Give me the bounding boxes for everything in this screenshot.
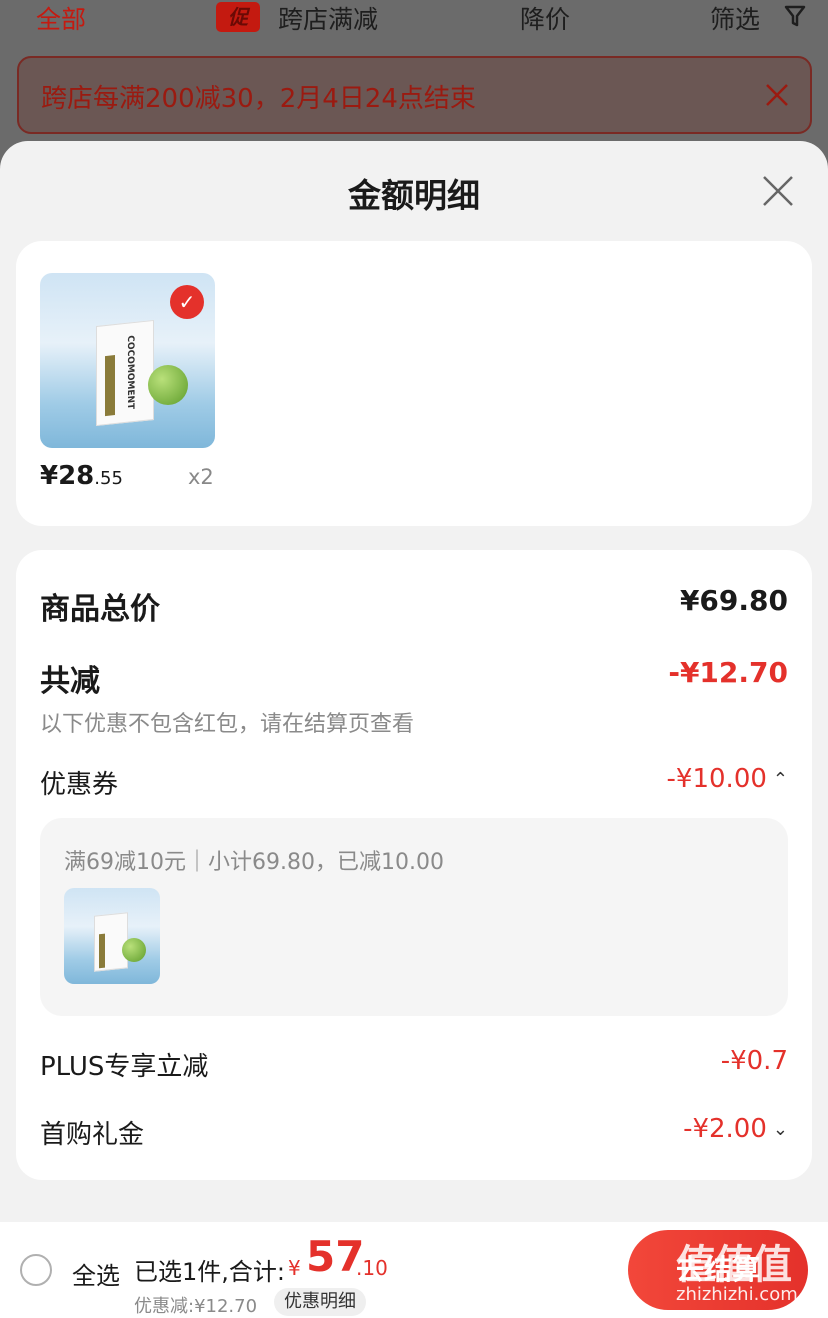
watermark-logo: 值值值 xyxy=(676,1242,792,1288)
select-all-label[interactable]: 全选 xyxy=(72,1256,120,1291)
total-reduction-value: -¥12.70 xyxy=(668,656,788,689)
promo-tag-icon: 促 xyxy=(216,2,260,32)
coupon-value-wrap[interactable]: -¥10.00 ⌃ xyxy=(667,764,788,794)
coupon-description: 满69减10元｜小计69.80，已减10.00 xyxy=(64,850,444,875)
price-detail-card: 商品总价 ¥69.80 共减 -¥12.70 以下优惠不包含红包，请在结算页查看… xyxy=(16,550,812,1180)
check-icon[interactable]: ✓ xyxy=(170,285,204,319)
sum-decimal: .10 xyxy=(356,1256,388,1280)
coupon-product-thumbnail xyxy=(64,888,160,984)
product-carton-graphic: COCOMOMENT xyxy=(96,319,154,427)
product-card: COCOMOMENT ✓ ¥28.55 x2 xyxy=(16,241,812,526)
product-price: ¥28.55 xyxy=(40,461,123,491)
tab-all[interactable]: 全部 xyxy=(36,0,86,36)
top-filter-bar: 全部 促 跨店满减 降价 筛选 xyxy=(0,0,828,40)
first-purchase-gift-value: -¥2.00 xyxy=(683,1114,767,1144)
total-reduction-label: 共减 xyxy=(40,664,100,699)
close-icon[interactable] xyxy=(760,173,796,209)
discount-summary: 优惠减:¥12.70 xyxy=(134,1296,258,1317)
coupon-label: 优惠券 xyxy=(40,770,119,800)
coupon-detail-box: 满69减10元｜小计69.80，已减10.00 xyxy=(40,818,788,1016)
product-price-int: ¥28 xyxy=(40,461,95,491)
filter-icon[interactable] xyxy=(784,4,806,28)
watermark-url: zhizhizhi.com xyxy=(676,1284,798,1305)
sum-currency: ¥ xyxy=(288,1256,301,1280)
coconut-graphic xyxy=(148,365,188,405)
product-price-dec: .55 xyxy=(94,468,123,489)
first-purchase-gift-value-wrap[interactable]: -¥2.00 ⌄ xyxy=(683,1114,788,1144)
coupon-value: -¥10.00 xyxy=(666,764,767,794)
promo-banner-text: 跨店每满200减30，2月4日24点结束 xyxy=(41,84,476,114)
plus-discount-value: -¥0.7 xyxy=(720,1046,788,1076)
chevron-down-icon[interactable]: ⌄ xyxy=(773,1119,788,1140)
promo-banner: 跨店每满200减30，2月4日24点结束 xyxy=(17,56,812,134)
total-price-label: 商品总价 xyxy=(40,592,160,627)
tab-price-drop[interactable]: 降价 xyxy=(520,0,570,36)
first-purchase-gift-label: 首购礼金 xyxy=(40,1120,145,1150)
total-price-value: ¥69.80 xyxy=(679,584,788,617)
plus-discount-label: PLUS专享立减 xyxy=(40,1052,209,1082)
site-watermark: 值值值 zhizhizhi.com xyxy=(676,1232,826,1312)
selected-count: 已选1件,合计: xyxy=(134,1258,285,1286)
select-all-radio[interactable] xyxy=(20,1254,52,1286)
sheet-title: 金额明细 xyxy=(348,176,480,215)
product-quantity: x2 xyxy=(188,465,214,489)
tab-filter[interactable]: 筛选 xyxy=(710,0,760,36)
discount-detail-button[interactable]: 优惠明细 xyxy=(274,1288,366,1316)
product-brand-text: COCOMOMENT xyxy=(125,334,135,410)
chevron-up-icon[interactable]: ⌃ xyxy=(773,769,788,790)
amount-detail-sheet: 金额明细 COCOMOMENT ✓ ¥28.55 x2 商品总价 ¥69.80 … xyxy=(0,141,828,1318)
product-image[interactable]: COCOMOMENT ✓ xyxy=(40,273,215,448)
tab-cross-store-discount[interactable]: 跨店满减 xyxy=(278,0,378,36)
red-packet-note: 以下优惠不包含红包，请在结算页查看 xyxy=(40,712,415,737)
banner-close-icon[interactable] xyxy=(762,80,792,110)
